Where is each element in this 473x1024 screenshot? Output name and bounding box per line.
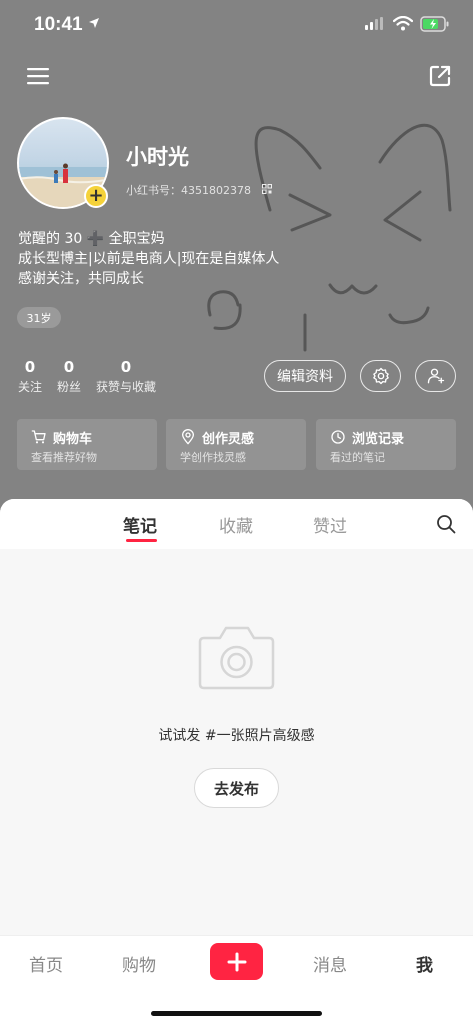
following-label: 关注 [18,380,43,394]
followers-stat[interactable]: 0 粉丝 [57,358,81,395]
nav-me[interactable]: 我 [416,951,433,976]
clock-icon [331,430,345,444]
share-export-icon [429,65,451,87]
tab-liked[interactable]: 赞过 [313,512,347,537]
history-card[interactable]: 浏览记录 看过的笔记 [316,419,456,470]
nav-shopping[interactable]: 购物 [122,951,156,976]
camera-icon [198,626,275,690]
nav-home[interactable]: 首页 [29,951,63,976]
settings-button[interactable] [360,360,401,392]
empty-state-text: 试试发 #一张照片高级感 [158,728,315,744]
qr-code-icon[interactable] [262,184,272,194]
followers-count: 0 [63,358,75,376]
tab-collections[interactable]: 收藏 [219,512,253,537]
nav-publish-button[interactable] [210,943,263,980]
username: 小时光 [126,145,189,169]
wifi-icon [393,16,413,31]
inspiration-card[interactable]: 创作灵感 学创作找灵感 [166,419,306,470]
search-icon[interactable] [436,514,456,534]
likes-stat[interactable]: 0 获赞与收藏 [96,358,156,395]
nav-messages[interactable]: 消息 [313,951,347,976]
bio-line: 成长型博主|以前是电商人|现在是自媒体人 [18,251,280,267]
bio-line: 感谢关注，共同成长 [18,271,144,287]
account-id-label: 小红书号： [126,184,181,197]
home-indicator [151,1011,322,1016]
publish-button[interactable]: 去发布 [194,768,279,808]
location-arrow-icon [89,18,99,28]
history-card-title: 浏览记录 [352,432,405,447]
inspiration-card-subtitle: 学创作找灵感 [180,451,246,464]
plus-icon [227,952,246,971]
share-button[interactable] [428,64,452,88]
battery-charging-icon [420,16,449,32]
following-count: 0 [24,358,36,376]
account-id: 小红书号：4351802378 [126,182,251,198]
gear-icon [372,367,389,385]
add-friend-button[interactable] [415,360,456,392]
hamburger-menu-icon [27,68,49,85]
add-user-icon [427,368,444,384]
status-time: 10:41 [34,14,83,35]
age-badge: 31岁 [17,307,61,328]
tab-notes[interactable]: 笔记 [123,512,157,537]
cart-icon [31,430,46,444]
location-pin-icon [182,429,194,445]
following-stat[interactable]: 0 关注 [18,358,42,395]
edit-profile-button[interactable]: 编辑资料 [264,360,346,392]
bottom-nav: 首页 购物 消息 我 [0,935,473,1024]
profile-header: 10:41 + 小时光 小红书号：4351802378 觉醒的 30 ➕ 全职宝… [0,0,473,520]
signal-icon [365,17,383,30]
likes-count: 0 [120,358,132,376]
notes-panel: 笔记 收藏 赞过 试试发 #一张照片高级感 去发布 [0,499,473,935]
content-tabs: 笔记 收藏 赞过 [0,499,473,549]
menu-button[interactable] [26,64,50,88]
cart-card-title: 购物车 [53,432,93,447]
bio-line: 觉醒的 30 ➕ 全职宝妈 [18,231,165,247]
cart-card[interactable]: 购物车 查看推荐好物 [17,419,157,470]
profile-bio: 觉醒的 30 ➕ 全职宝妈 成长型博主|以前是电商人|现在是自媒体人 感谢关注，… [18,229,279,289]
status-bar: 10:41 [0,0,473,50]
avatar-add-button[interactable]: + [84,184,108,208]
account-id-value: 4351802378 [181,184,251,197]
history-card-subtitle: 看过的笔记 [330,451,385,464]
followers-label: 粉丝 [57,380,82,394]
likes-label: 获赞与收藏 [96,380,157,394]
active-tab-indicator [126,539,157,542]
inspiration-card-title: 创作灵感 [202,432,255,447]
cart-card-subtitle: 查看推荐好物 [31,451,97,464]
